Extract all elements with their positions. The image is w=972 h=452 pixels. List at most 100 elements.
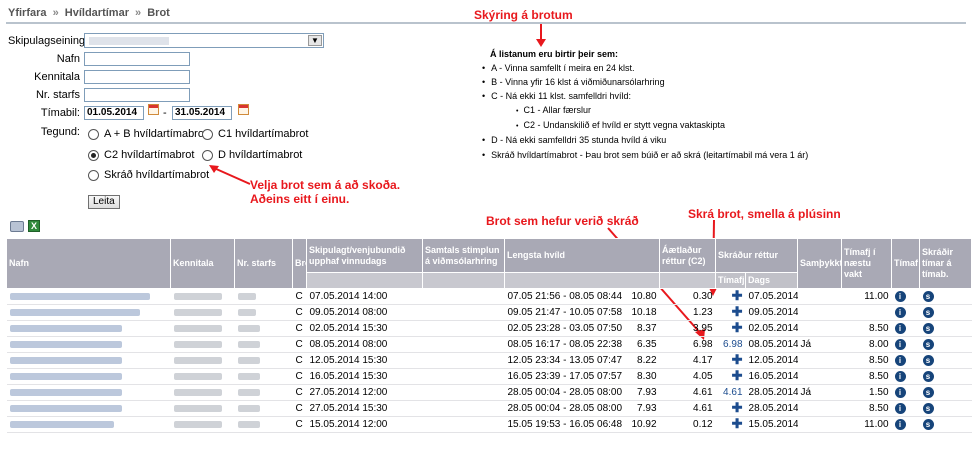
schedule-icon[interactable]: s	[922, 418, 934, 430]
redacted-name-link[interactable]	[9, 308, 140, 316]
col-timafj[interactable]: Tímafj	[715, 272, 747, 289]
breadcrumb-brot: Brot	[147, 7, 170, 19]
name-input[interactable]	[84, 52, 190, 66]
cell-stimpill	[422, 304, 505, 321]
radio-d[interactable]	[202, 150, 213, 161]
radio-d-label: D hvíldartímabrot	[218, 149, 303, 161]
printer-icon[interactable]	[10, 221, 24, 232]
redacted-name-link[interactable]	[9, 324, 122, 332]
cell-dags: 07.05.2014	[745, 288, 798, 305]
date-to-input[interactable]: 31.05.2014	[172, 106, 232, 120]
info-icon[interactable]: i	[894, 418, 906, 430]
breadcrumb-yfirfara[interactable]: Yfirfara	[8, 7, 47, 19]
cell-brot: C	[292, 352, 307, 369]
period-label: Tímabil:	[40, 107, 80, 119]
excel-icon[interactable]: X	[28, 220, 40, 232]
redacted-name-link[interactable]	[9, 420, 114, 428]
radio-registered[interactable]	[88, 170, 99, 181]
calendar-icon[interactable]	[148, 104, 159, 115]
col-dags[interactable]: Dags	[745, 272, 799, 289]
date-from-input[interactable]: 01.05.2014	[84, 106, 144, 120]
redacted-name-link[interactable]	[9, 356, 122, 364]
breadcrumb-hvildartimar[interactable]: Hvíldartímar	[65, 7, 129, 19]
staff-input[interactable]	[84, 88, 190, 102]
search-button[interactable]: Leita	[88, 195, 120, 209]
cell-brot: C	[292, 384, 307, 401]
info-icon[interactable]: i	[894, 354, 906, 366]
plus-icon[interactable]: ✚	[732, 401, 743, 415]
col-lengsta[interactable]: Lengsta hvíld	[503, 238, 661, 273]
cell-timafj: ✚	[715, 288, 746, 305]
registered-hours-link[interactable]: 6.98	[723, 339, 742, 350]
col-nafn[interactable]: Nafn	[6, 238, 171, 289]
cell-dags: 28.05.2014	[745, 384, 798, 401]
cell-stimpill	[422, 288, 505, 305]
col-brot[interactable]: Brot	[292, 238, 307, 289]
redacted-name-link[interactable]	[9, 404, 122, 412]
redacted-name-link[interactable]	[9, 292, 150, 300]
col-aetladur[interactable]: Áætlaður réttur (C2)	[659, 238, 717, 273]
radio-ab[interactable]	[88, 129, 99, 140]
info-icon[interactable]: i	[894, 290, 906, 302]
redacted-name-link[interactable]	[9, 340, 122, 348]
col-upphaf[interactable]: Skipulagt/venjubundið upphaf vinnudags	[306, 238, 423, 273]
schedule-icon[interactable]: s	[922, 322, 934, 334]
col-stimpill[interactable]: Samtals stimplun á viðmsólarhring	[422, 238, 505, 273]
plus-icon[interactable]: ✚	[732, 321, 743, 335]
info-icon[interactable]: i	[894, 386, 906, 398]
annotation-choose-2: Aðeins eitt í einu.	[250, 192, 350, 206]
schedule-icon[interactable]: s	[922, 386, 934, 398]
cell-naestu: 11.00	[841, 288, 892, 305]
cell-dags: 02.05.2014	[745, 320, 798, 337]
plus-icon[interactable]: ✚	[732, 305, 743, 319]
schedule-icon[interactable]: s	[922, 354, 934, 366]
cell-naestu: 8.50	[841, 352, 892, 369]
cell-samthykkt	[797, 288, 842, 305]
cell-samthykkt	[797, 352, 842, 369]
cell-timafj: ✚	[715, 352, 746, 369]
plus-icon[interactable]: ✚	[732, 353, 743, 367]
kennitala-input[interactable]	[84, 70, 190, 84]
plus-icon[interactable]: ✚	[732, 289, 743, 303]
col-naestu[interactable]: Tímafj í næstu vakt	[841, 238, 893, 289]
cell-lengsta: 12.05 23:34 - 13.05 07:47	[504, 352, 629, 369]
calendar-icon[interactable]	[238, 104, 249, 115]
registered-hours-link[interactable]: 4.61	[723, 387, 742, 398]
info-icon[interactable]: i	[894, 338, 906, 350]
info-icon[interactable]: i	[894, 402, 906, 414]
radio-c1[interactable]	[202, 129, 213, 140]
info-icon[interactable]: i	[894, 306, 906, 318]
col-kennitala[interactable]: Kennitala	[170, 238, 235, 289]
cell-kennitala	[170, 320, 235, 337]
info-icon[interactable]: i	[894, 322, 906, 334]
unit-select[interactable]: ▼	[84, 33, 324, 48]
info-a: A - Vinna samfellt í meira en 24 klst.	[482, 62, 634, 75]
col-timaf[interactable]: Tímaf	[891, 238, 921, 289]
schedule-icon[interactable]: s	[922, 338, 934, 350]
redacted-staff-number	[237, 292, 256, 300]
redacted-staff-number	[237, 340, 260, 348]
cell-kennitala	[170, 336, 235, 353]
schedule-icon[interactable]: s	[922, 306, 934, 318]
cell-nafn	[6, 304, 171, 321]
schedule-icon[interactable]: s	[922, 402, 934, 414]
plus-icon[interactable]: ✚	[732, 369, 743, 383]
redacted-name-link[interactable]	[9, 372, 122, 380]
info-icon[interactable]: i	[894, 370, 906, 382]
col-skradir[interactable]: Skráðir tímar á tímab.	[919, 238, 972, 289]
col-samthykkt[interactable]: Samþykkt	[797, 238, 843, 289]
radio-c2[interactable]	[88, 150, 99, 161]
cell-hvild: 7.93	[628, 384, 660, 401]
redacted-name-link[interactable]	[9, 388, 122, 396]
cell-kennitala	[170, 384, 235, 401]
plus-icon[interactable]: ✚	[732, 417, 743, 431]
schedule-icon[interactable]: s	[922, 370, 934, 382]
redacted-kennitala	[173, 420, 222, 428]
cell-skradir: s	[919, 320, 972, 337]
cell-nafn	[6, 368, 171, 385]
col-nrstarfs[interactable]: Nr. starfs	[234, 238, 293, 289]
cell-stimpill	[422, 336, 505, 353]
cell-samthykkt	[797, 368, 842, 385]
schedule-icon[interactable]: s	[922, 290, 934, 302]
chevron-down-icon[interactable]: ▼	[308, 35, 322, 46]
